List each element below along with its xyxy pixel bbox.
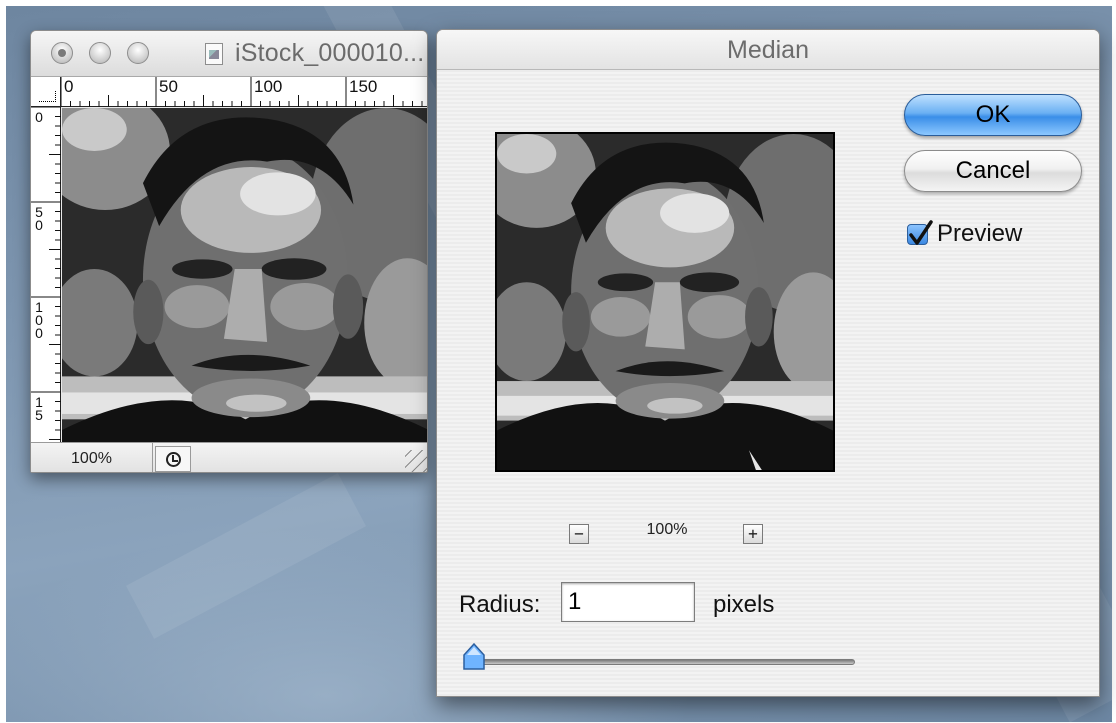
radius-input[interactable] xyxy=(561,582,695,622)
zoom-out-button[interactable]: − xyxy=(569,524,589,544)
median-dialog: Median − 100% + OK Cancel Preview Radius… xyxy=(436,29,1100,697)
radius-unit-label: pixels xyxy=(713,591,775,618)
filter-preview[interactable] xyxy=(495,132,835,472)
radius-label: Radius: xyxy=(459,591,541,618)
zoom-level-field[interactable]: 100% xyxy=(31,443,153,472)
ok-button[interactable]: OK xyxy=(904,94,1082,136)
ruler-v-label: 5 0 xyxy=(35,204,43,233)
ruler-v-label: 1 0 0 xyxy=(35,299,43,341)
zoom-icon[interactable] xyxy=(127,42,149,64)
ruler-v-label: 1 5 xyxy=(35,394,43,423)
ruler-v-label: 0 xyxy=(35,109,43,125)
minimize-icon[interactable] xyxy=(89,42,111,64)
cancel-button[interactable]: Cancel xyxy=(904,150,1082,192)
document-window: iStock_000010... 0 50 100 150 0 5 0 1 0 … xyxy=(30,30,428,473)
slider-thumb-icon xyxy=(463,642,485,670)
preview-checkbox[interactable] xyxy=(907,220,933,245)
status-info-button[interactable] xyxy=(155,446,191,472)
wallpaper-streak xyxy=(125,473,367,639)
clock-icon xyxy=(166,452,181,467)
document-proxy-icon[interactable] xyxy=(205,43,223,65)
radius-slider-track[interactable] xyxy=(467,659,855,665)
document-status-bar: 100% xyxy=(31,442,427,472)
posterized-portrait-preview xyxy=(497,134,833,470)
document-canvas[interactable] xyxy=(62,108,427,472)
radius-slider-thumb[interactable] xyxy=(462,642,486,671)
ruler-h-label: 150 xyxy=(349,77,378,96)
posterized-portrait-image xyxy=(62,108,427,472)
preview-zoom-level: 100% xyxy=(646,521,688,538)
close-icon[interactable] xyxy=(51,42,73,64)
ruler-h-label: 100 xyxy=(254,77,283,96)
document-titlebar[interactable]: iStock_000010... xyxy=(31,31,427,77)
ruler-origin[interactable] xyxy=(31,77,61,107)
ruler-h-label: 0 xyxy=(64,77,74,96)
zoom-in-button[interactable]: + xyxy=(743,524,763,544)
horizontal-ruler[interactable]: 0 50 100 150 xyxy=(61,77,427,107)
checkmark-icon xyxy=(909,220,933,245)
preview-label: Preview xyxy=(937,220,1023,247)
ruler-h-label: 50 xyxy=(159,77,178,96)
dialog-title: Median xyxy=(437,30,1099,70)
resize-grip-icon[interactable] xyxy=(405,450,427,472)
vertical-ruler[interactable]: 0 5 0 1 0 0 1 5 xyxy=(31,107,61,472)
document-title: iStock_000010... xyxy=(235,39,425,67)
